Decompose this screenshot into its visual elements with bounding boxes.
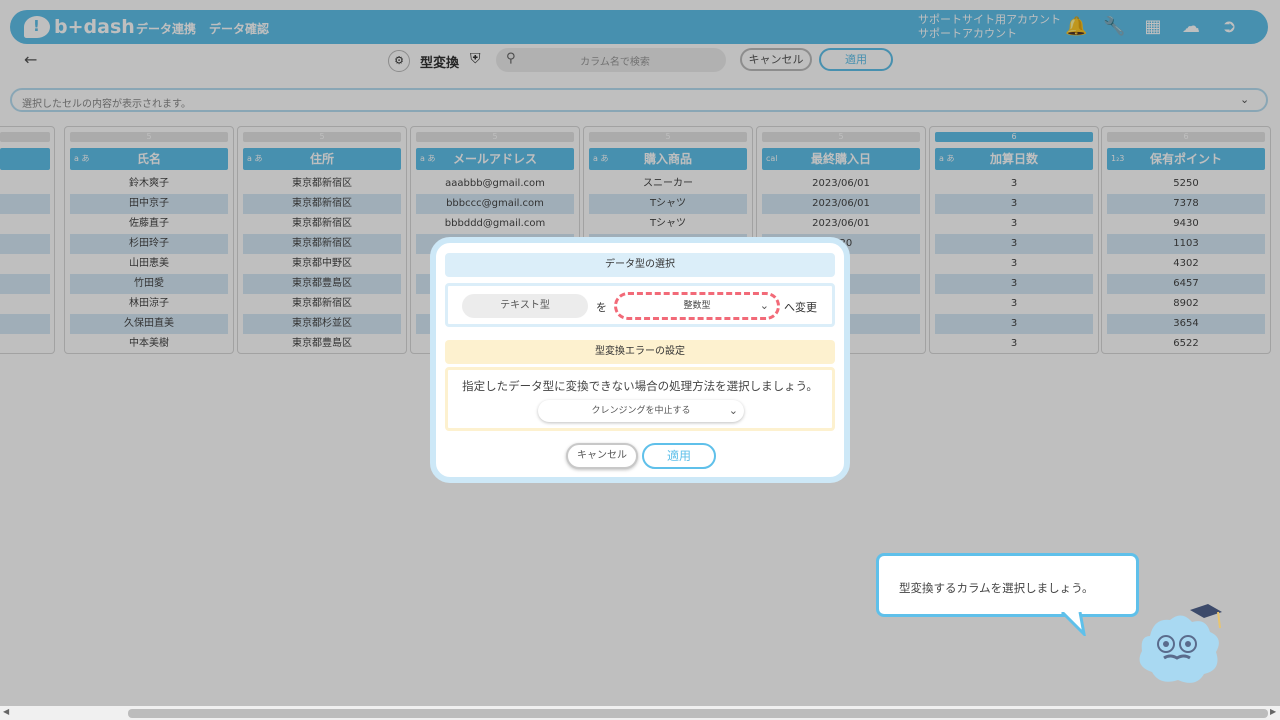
- scroll-right-icon[interactable]: ▶: [1270, 707, 1276, 716]
- modal-cancel-button[interactable]: キャンセル: [566, 443, 638, 469]
- modal-apply-button[interactable]: 適用: [642, 443, 716, 469]
- bubble-tail: [1060, 612, 1086, 636]
- hint-text: 型変換するカラムを選択しましょう。: [899, 581, 1094, 595]
- he-label: へ変更: [784, 301, 817, 314]
- type-select-box: テキスト型 を 整数型 ⌄ へ変更: [445, 283, 835, 327]
- from-type: テキスト型: [462, 294, 588, 318]
- chevron-down-icon: ⌄: [728, 404, 738, 417]
- wo-label: を: [596, 301, 607, 314]
- to-type-value: 整数型: [683, 301, 711, 311]
- to-type-select[interactable]: 整数型 ⌄: [614, 292, 780, 320]
- type-conversion-dialog: データ型の選択 テキスト型 を 整数型 ⌄ へ変更 型変換エラーの設定 指定した…: [430, 237, 850, 483]
- chevron-down-icon: ⌄: [759, 299, 769, 312]
- scrollbar-thumb[interactable]: [128, 709, 1268, 718]
- error-handling-value: クレンジングを中止する: [591, 406, 691, 416]
- scroll-left-icon[interactable]: ◀: [3, 707, 9, 716]
- type-select-header: データ型の選択: [445, 253, 835, 277]
- error-handling-select[interactable]: クレンジングを中止する ⌄: [538, 400, 744, 422]
- error-setting-box: 指定したデータ型に変換できない場合の処理方法を選択しましょう。 クレンジングを中…: [445, 367, 835, 431]
- error-instruction: 指定したデータ型に変換できない場合の処理方法を選択しましょう。: [462, 379, 818, 393]
- error-setting-header: 型変換エラーの設定: [445, 340, 835, 364]
- mascot-icon: [1139, 604, 1222, 683]
- hint-bubble: 型変換するカラムを選択しましょう。: [876, 553, 1139, 617]
